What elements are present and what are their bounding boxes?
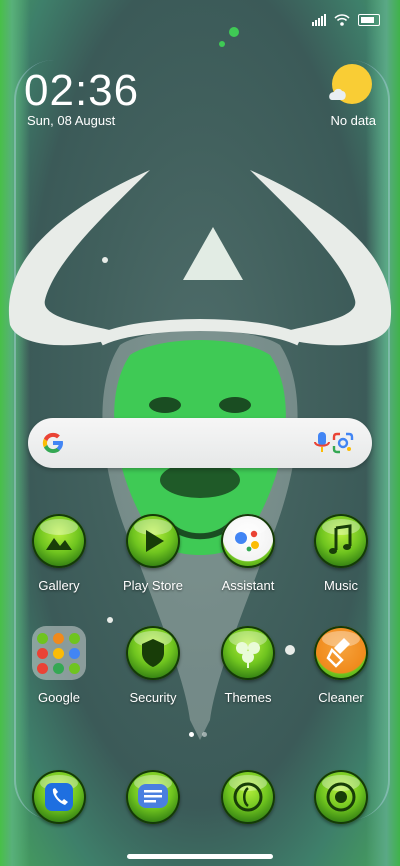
home-gesture-bar[interactable] — [127, 854, 273, 859]
page-indicator — [189, 732, 207, 737]
app-label: Google — [38, 690, 80, 705]
dock-browser[interactable] — [203, 770, 293, 824]
messages-icon — [126, 770, 180, 824]
google-lens-icon[interactable] — [332, 432, 354, 454]
status-bar — [312, 14, 380, 26]
microphone-icon[interactable] — [313, 431, 331, 455]
play-store-icon — [126, 514, 180, 568]
app-label: Themes — [224, 690, 272, 705]
app-google-folder[interactable]: Google — [14, 626, 104, 705]
google-g-icon — [42, 432, 63, 453]
themes-icon — [221, 626, 275, 680]
page-dot-active — [189, 732, 194, 737]
cleaner-icon — [314, 626, 368, 680]
app-gallery[interactable]: Gallery — [14, 514, 104, 593]
app-cleaner[interactable]: Cleaner — [296, 626, 386, 705]
security-icon — [126, 626, 180, 680]
paint-splatter — [219, 27, 239, 47]
browser-icon — [221, 770, 275, 824]
app-label: Gallery — [38, 578, 80, 593]
clock-time[interactable]: 02:36 — [24, 66, 139, 116]
sun-cloud-icon[interactable] — [328, 64, 372, 108]
dock-messages[interactable] — [108, 770, 198, 824]
app-assistant[interactable]: Assistant — [203, 514, 293, 593]
google-folder-icon — [32, 626, 86, 680]
app-label: Play Store — [123, 578, 183, 593]
battery-icon — [358, 14, 380, 26]
music-icon — [314, 514, 368, 568]
app-label: Cleaner — [318, 690, 364, 705]
clock-date[interactable]: Sun, 08 August — [27, 113, 115, 128]
assistant-icon — [221, 514, 275, 568]
app-play-store[interactable]: Play Store — [108, 514, 198, 593]
google-search-bar[interactable] — [28, 418, 372, 468]
app-label: Assistant — [221, 578, 275, 593]
app-themes[interactable]: Themes — [203, 626, 293, 705]
app-label: Security — [129, 690, 177, 705]
page-dot — [202, 732, 207, 737]
dock-phone[interactable] — [14, 770, 104, 824]
home-screen: 02:36 Sun, 08 August No data Gallery Pla… — [0, 0, 400, 866]
app-music[interactable]: Music — [296, 514, 386, 593]
weather-status[interactable]: No data — [328, 113, 376, 128]
signal-icon — [312, 14, 326, 26]
gallery-icon — [32, 514, 86, 568]
wifi-icon — [334, 14, 350, 26]
app-security[interactable]: Security — [108, 626, 198, 705]
camera-icon — [314, 770, 368, 824]
phone-icon — [32, 770, 86, 824]
app-label: Music — [324, 578, 358, 593]
dock-camera[interactable] — [296, 770, 386, 824]
